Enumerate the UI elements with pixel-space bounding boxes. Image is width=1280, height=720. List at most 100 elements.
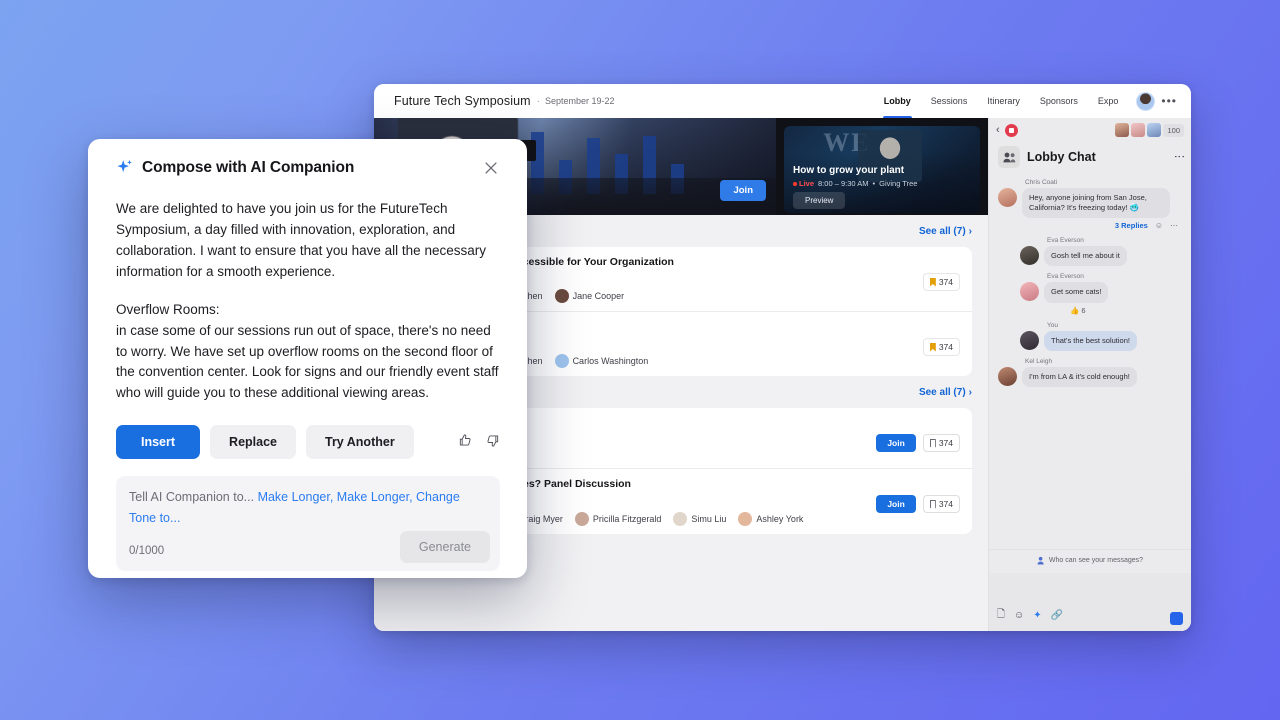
session-actions: 374 [923, 338, 960, 356]
ai-sparkle-icon[interactable]: ✦ [1033, 610, 1041, 621]
thumbs-down-glyph [485, 433, 500, 448]
composer-tools: 🗋 ☺ ✦ 🔗 [997, 607, 1063, 624]
who-can-see-label: Who can see your messages? [1049, 557, 1143, 564]
message-bubble: I'm from LA & it's cold enough! [1022, 367, 1137, 387]
message-row: Get some cats! [1020, 282, 1182, 302]
message-bubble: Gosh tell me about it [1044, 246, 1127, 266]
session-actions: 374 [923, 273, 960, 291]
emoji-reaction-icon[interactable]: ☺ [1155, 221, 1163, 230]
see-all-label-2: See all (7) [919, 387, 966, 398]
event-title: Future Tech Symposium [394, 94, 531, 108]
join-button[interactable]: Join [876, 495, 915, 513]
list-item: Ashley York [738, 512, 803, 526]
file-icon[interactable]: 🗋 [997, 607, 1005, 624]
save-count: 374 [939, 342, 953, 352]
grow-plant-preview-button[interactable]: Preview [793, 192, 845, 209]
prompt-input-area[interactable]: Tell AI Companion to... Make Longer, Mak… [116, 476, 500, 571]
speaker-name: Carlos Washington [573, 356, 649, 366]
page-title: Compose with AI Companion [142, 159, 354, 177]
back-chevron-icon[interactable]: ‹ [996, 125, 1000, 136]
see-all-link-2[interactable]: See all (7) › [919, 387, 972, 398]
thumbs-up-icon[interactable] [458, 433, 473, 451]
nav-item-sponsors[interactable]: Sponsors [1030, 84, 1088, 118]
message-bubble: Get some cats! [1044, 282, 1108, 302]
avatar [1020, 331, 1039, 350]
avatar [1020, 282, 1039, 301]
people-glyph [1003, 152, 1016, 163]
avatar [575, 512, 589, 526]
join-button[interactable]: Join [876, 434, 915, 452]
list-item: Kel Leigh I'm from LA & it's cold enough… [998, 358, 1182, 387]
avatar [998, 188, 1017, 207]
close-icon[interactable] [482, 159, 500, 177]
chevron-right-icon-2: › [969, 387, 972, 398]
grow-plant-channel: Giving Tree [879, 179, 917, 188]
save-count-badge[interactable]: 374 [923, 338, 960, 356]
see-all-label-1: See all (7) [919, 226, 966, 237]
title-separator: · [537, 96, 540, 107]
bookmark-outline-icon [930, 500, 936, 509]
speaker-name: Ashley York [756, 514, 803, 524]
message-author: Chris Coati [1025, 179, 1182, 186]
chat-title: Lobby Chat [1027, 150, 1096, 164]
link-icon[interactable]: 🔗 [1051, 610, 1063, 621]
message-author: Eva Everson [1047, 237, 1182, 244]
save-count-badge[interactable]: 374 [923, 434, 960, 452]
grow-plant-card[interactable]: WE How to grow your plant Live 8:00 – 9:… [784, 126, 980, 213]
chip-make-longer-2[interactable]: Make Longer, [337, 490, 413, 504]
dialog-header: Compose with AI Companion [116, 159, 500, 177]
message-row: That's the best solution! [1020, 331, 1182, 351]
chat-composer[interactable]: 🗋 ☺ ✦ 🔗 [989, 573, 1191, 631]
live-label: Live [799, 179, 814, 188]
message-bubble: Hey, anyone joining from San Jose, Calif… [1022, 188, 1170, 218]
see-all-link-1[interactable]: See all (7) › [919, 226, 972, 237]
group-icon [998, 146, 1020, 168]
save-count-badge[interactable]: 374 [923, 495, 960, 513]
save-count-badge[interactable]: 374 [923, 273, 960, 291]
list-item: Jane Cooper [555, 289, 625, 303]
lobby-chat-panel: ‹ 100 Lobby Chat ⋮ [988, 118, 1191, 631]
thumbs-down-icon[interactable] [485, 433, 500, 451]
list-item: You That's the best solution! [1020, 322, 1182, 351]
generated-paragraph-2: Overflow Rooms: in case some of our sess… [116, 300, 500, 405]
insert-button[interactable]: Insert [116, 425, 200, 459]
more-actions-icon[interactable]: ⋯ [1170, 221, 1178, 230]
thumbs-up-glyph [458, 433, 473, 448]
message-reaction[interactable]: 👍 6 [1070, 306, 1182, 315]
more-options-icon[interactable]: ••• [1161, 94, 1179, 108]
user-avatar[interactable] [1136, 92, 1155, 111]
grow-plant-meta: Live 8:00 – 9:30 AM • Giving Tree [793, 179, 971, 188]
who-can-see-row[interactable]: Who can see your messages? [989, 549, 1191, 573]
character-counter: 0/1000 [129, 545, 164, 557]
try-another-button[interactable]: Try Another [306, 425, 414, 459]
kebab-menu-icon[interactable]: ⋮ [1175, 151, 1182, 163]
chip-make-longer-1[interactable]: Make Longer, [258, 490, 334, 504]
prompt-placeholder: Tell AI Companion to... [129, 490, 254, 504]
save-count: 374 [939, 277, 953, 287]
privacy-person-icon [1037, 556, 1046, 565]
send-icon[interactable] [1170, 612, 1183, 625]
participants-strip: 100 [1115, 123, 1184, 137]
avatar [555, 289, 569, 303]
nav-item-itinerary[interactable]: Itinerary [977, 84, 1030, 118]
bookmark-outline-icon [930, 439, 936, 448]
chevron-right-icon-1: › [969, 226, 972, 237]
grow-plant-title: How to grow your plant [793, 165, 971, 176]
recording-stop-icon[interactable] [1005, 124, 1018, 137]
replies-link[interactable]: 3 Replies [1115, 221, 1148, 230]
save-count: 374 [939, 438, 953, 448]
ai-sparkle-icon [116, 159, 134, 177]
app-top-nav: Future Tech Symposium · September 19-22 … [374, 84, 1191, 118]
avatar [555, 354, 569, 368]
nav-item-sessions[interactable]: Sessions [921, 84, 978, 118]
nav-item-lobby[interactable]: Lobby [874, 84, 921, 118]
session-actions: Join 374 [876, 495, 960, 513]
replace-button[interactable]: Replace [210, 425, 296, 459]
message-bubble: That's the best solution! [1044, 331, 1137, 351]
message-row: I'm from LA & it's cold enough! [998, 367, 1182, 387]
chat-message-list[interactable]: Chris Coati Hey, anyone joining from San… [989, 177, 1191, 549]
generate-button[interactable]: Generate [400, 531, 490, 563]
hero-join-button[interactable]: Join [720, 180, 766, 201]
emoji-icon[interactable]: ☺ [1014, 610, 1024, 621]
nav-item-expo[interactable]: Expo [1088, 84, 1129, 118]
